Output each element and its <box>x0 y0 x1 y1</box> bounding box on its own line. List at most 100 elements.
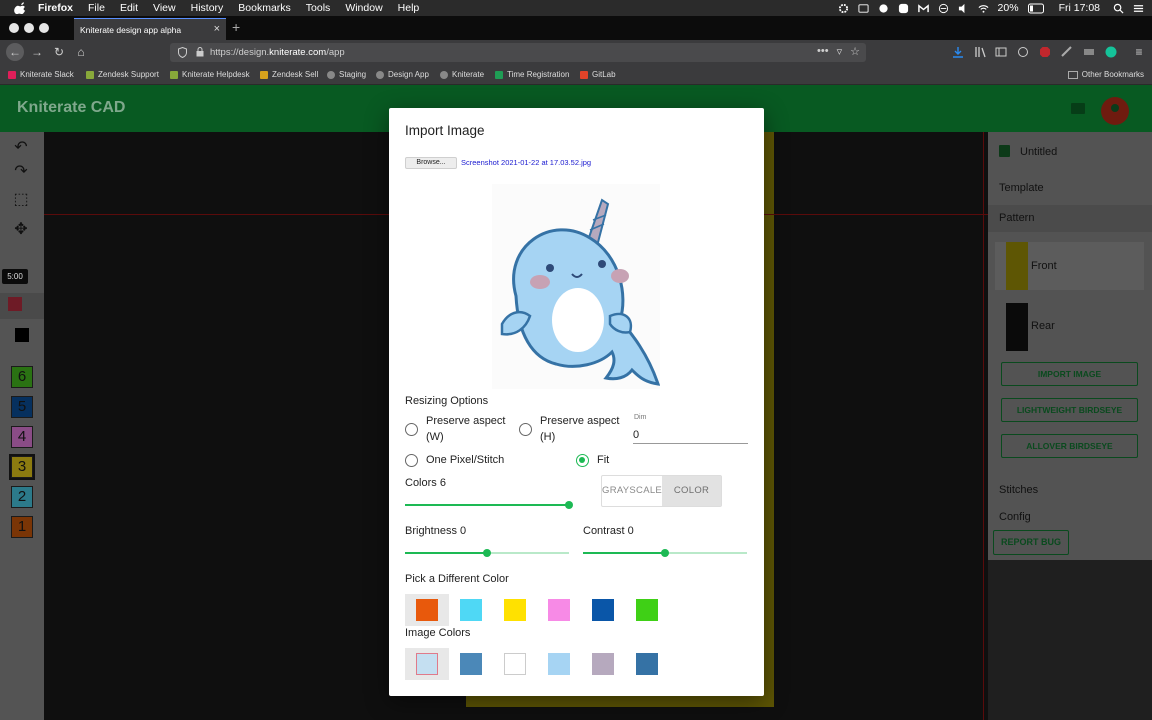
volume-icon[interactable] <box>958 3 969 14</box>
config-menu-item[interactable]: Config <box>999 511 1031 523</box>
one-pixel-stitch-radio[interactable] <box>405 454 418 467</box>
tracking-shield-icon[interactable] <box>178 47 187 58</box>
window-zoom-button[interactable] <box>39 23 49 33</box>
redo-icon[interactable]: ↷ <box>11 163 31 181</box>
menu-help[interactable]: Help <box>398 2 420 14</box>
one-pixel-stitch-label[interactable]: One Pixel/Stitch <box>426 452 504 468</box>
front-label[interactable]: Front <box>1031 260 1057 272</box>
allover-birdseye-button[interactable]: ALLOVER BIRDSEYE <box>1001 434 1138 458</box>
fit-label[interactable]: Fit <box>597 452 609 468</box>
file-title[interactable]: Untitled <box>1020 146 1057 158</box>
dnd-icon[interactable] <box>938 3 949 14</box>
menu-file[interactable]: File <box>88 2 105 14</box>
brightness-slider-thumb[interactable] <box>483 549 491 557</box>
preserve-aspect-w-radio[interactable] <box>405 423 418 436</box>
palette-swatch-2[interactable] <box>460 599 482 621</box>
url-bar[interactable]: https://design. kniterate.com/app ••• ▿ ☆ <box>170 43 866 62</box>
spotlight-icon[interactable] <box>1113 3 1124 14</box>
window-minimize-button[interactable] <box>24 23 34 33</box>
new-tab-icon[interactable]: + <box>232 19 240 35</box>
gear-icon[interactable] <box>838 3 849 14</box>
color-slot-5[interactable]: 5 <box>11 396 33 418</box>
menu-tools[interactable]: Tools <box>306 2 331 14</box>
save-icon[interactable] <box>999 145 1010 157</box>
preserve-aspect-h-label[interactable]: Preserve aspect (H) <box>540 413 630 445</box>
menu-edit[interactable]: Edit <box>120 2 138 14</box>
color-swatch-black[interactable] <box>15 328 29 342</box>
contrast-slider[interactable] <box>583 546 747 560</box>
fit-radio[interactable] <box>576 454 589 467</box>
color-slot-1[interactable]: 1 <box>11 516 33 538</box>
apple-icon[interactable] <box>14 2 28 14</box>
bookmark-item[interactable]: GitLab <box>580 70 616 79</box>
browse-button[interactable]: Browse... <box>405 157 457 169</box>
image-color-swatch-5[interactable] <box>592 653 614 675</box>
back-icon[interactable]: ← <box>6 43 24 61</box>
grammarly-icon[interactable] <box>1105 46 1117 58</box>
page-actions-icon[interactable]: ••• <box>817 45 829 58</box>
reload-icon[interactable]: ↻ <box>52 45 66 59</box>
bookmark-item[interactable]: Kniterate Slack <box>8 70 74 79</box>
wifi-icon[interactable] <box>978 3 989 14</box>
rear-label[interactable]: Rear <box>1031 320 1055 332</box>
bookmark-item[interactable]: Staging <box>327 70 366 79</box>
menu-history[interactable]: History <box>191 2 224 14</box>
image-color-swatch-2[interactable] <box>460 653 482 675</box>
report-bug-button[interactable]: REPORT BUG <box>993 530 1069 555</box>
pattern-menu-item[interactable]: Pattern <box>999 212 1034 224</box>
dim-input[interactable] <box>633 426 748 444</box>
color-slot-3[interactable]: 3 <box>9 454 35 480</box>
menu-window[interactable]: Window <box>345 2 382 14</box>
bookmark-item[interactable]: Kniterate <box>440 70 484 79</box>
palette-swatch-5[interactable] <box>592 599 614 621</box>
window-close-button[interactable] <box>9 23 19 33</box>
menu-icon[interactable]: ≡ <box>1132 45 1146 59</box>
color-toggle[interactable]: COLOR <box>662 476 721 506</box>
pocket-icon[interactable]: ▿ <box>837 45 843 58</box>
preserve-aspect-w-label[interactable]: Preserve aspect (W) <box>426 413 516 445</box>
colors-slider-thumb[interactable] <box>565 501 573 509</box>
mail-icon[interactable] <box>917 3 929 14</box>
window-icon[interactable] <box>858 3 869 14</box>
extension-icon[interactable] <box>1017 46 1029 58</box>
browser-tab[interactable]: Kniterate design app alpha × <box>74 18 226 40</box>
grayscale-toggle[interactable]: GRAYSCALE <box>602 476 662 506</box>
color-slot-2[interactable]: 2 <box>11 486 33 508</box>
palette-swatch-4[interactable] <box>548 599 570 621</box>
color-slot-6[interactable]: 6 <box>11 366 33 388</box>
color-swatch-current[interactable] <box>8 297 22 311</box>
bookmark-item[interactable]: Zendesk Sell <box>260 70 318 79</box>
stitches-menu-item[interactable]: Stitches <box>999 484 1038 496</box>
bookmark-item[interactable]: Time Registration <box>495 70 569 79</box>
menu-app-name[interactable]: Firefox <box>38 2 73 14</box>
forward-icon[interactable]: → <box>30 45 44 59</box>
sidebar-icon[interactable] <box>995 46 1007 58</box>
select-icon[interactable]: ⬚ <box>11 191 31 209</box>
tab-close-icon[interactable]: × <box>214 23 220 35</box>
folder-icon[interactable] <box>1071 103 1085 114</box>
image-color-swatch-3[interactable] <box>504 653 526 675</box>
palette-swatch-1[interactable] <box>416 599 438 621</box>
preserve-aspect-h-radio[interactable] <box>519 423 532 436</box>
color-slot-4[interactable]: 4 <box>11 426 33 448</box>
cloud-icon[interactable] <box>878 3 889 14</box>
template-menu-item[interactable]: Template <box>999 182 1044 194</box>
skype-icon[interactable] <box>898 3 909 14</box>
control-center-icon[interactable] <box>1133 3 1144 14</box>
import-image-button[interactable]: IMPORT IMAGE <box>1001 362 1138 386</box>
contrast-slider-thumb[interactable] <box>661 549 669 557</box>
brightness-slider[interactable] <box>405 546 569 560</box>
palette-swatch-3[interactable] <box>504 599 526 621</box>
adblock-icon[interactable] <box>1039 46 1051 58</box>
bookmark-item[interactable]: Zendesk Support <box>86 70 159 79</box>
image-color-swatch-6[interactable] <box>636 653 658 675</box>
home-icon[interactable]: ⌂ <box>74 45 88 59</box>
colors-slider[interactable] <box>405 498 573 512</box>
extension-icon[interactable] <box>1083 46 1095 58</box>
library-icon[interactable] <box>974 46 986 58</box>
account-icon[interactable] <box>1101 97 1129 125</box>
menubar-clock[interactable]: Fri 17:08 <box>1059 2 1100 14</box>
menu-bookmarks[interactable]: Bookmarks <box>238 2 291 14</box>
other-bookmarks[interactable]: Other Bookmarks <box>1067 70 1144 79</box>
undo-icon[interactable]: ↶ <box>11 139 31 157</box>
